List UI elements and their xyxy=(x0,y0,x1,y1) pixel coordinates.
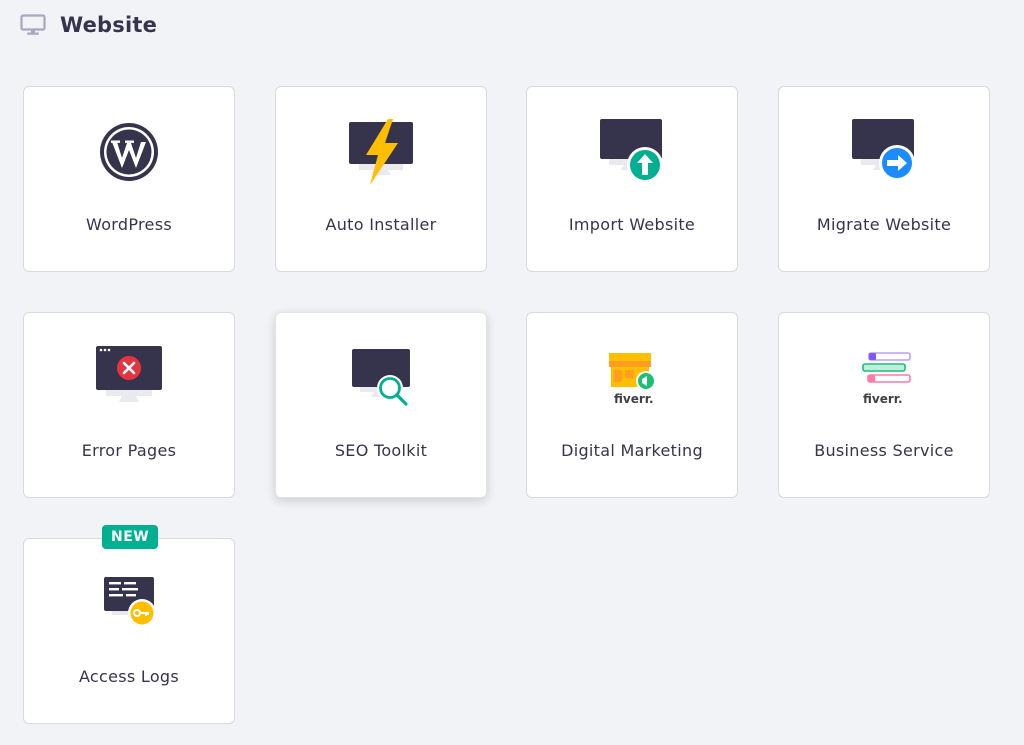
auto-installer-card[interactable]: Auto Installer xyxy=(275,86,487,272)
business-service-card[interactable]: fiverr. Business Service xyxy=(778,312,990,498)
migrate-website-card[interactable]: Migrate Website xyxy=(778,86,990,272)
migrate-website-icon xyxy=(849,117,919,187)
card-label: WordPress xyxy=(86,215,172,234)
fiverr-logo: fiverr. xyxy=(614,392,654,406)
card-label: Business Service xyxy=(814,441,954,460)
card-label: Access Logs xyxy=(78,667,180,686)
section-title: Website xyxy=(60,13,158,37)
wordpress-icon xyxy=(94,117,164,187)
new-badge: NEW xyxy=(102,525,159,549)
auto-installer-icon xyxy=(346,117,416,187)
card-label: Migrate Website xyxy=(816,215,952,234)
card-label: SEO Toolkit xyxy=(334,441,428,460)
digital-marketing-card[interactable]: fiverr. Digital Marketing xyxy=(526,312,738,498)
access-logs-icon xyxy=(94,569,164,639)
wordpress-card[interactable]: WordPress xyxy=(23,86,235,272)
fiverr-logo: fiverr. xyxy=(863,392,903,406)
import-website-icon xyxy=(597,117,667,187)
section-header: Website xyxy=(20,10,157,40)
card-label: Digital Marketing xyxy=(561,441,703,460)
access-logs-card[interactable]: NEW Access Logs xyxy=(23,525,235,724)
card-label: Import Website xyxy=(568,215,696,234)
error-pages-icon xyxy=(94,343,164,413)
card-label: Error Pages xyxy=(81,441,177,460)
monitor-icon xyxy=(20,12,46,38)
seo-toolkit-icon xyxy=(346,343,416,413)
error-pages-card[interactable]: Error Pages xyxy=(23,312,235,498)
card-label: Auto Installer xyxy=(325,215,437,234)
seo-toolkit-card[interactable]: SEO Toolkit xyxy=(275,312,487,498)
import-website-card[interactable]: Import Website xyxy=(526,86,738,272)
